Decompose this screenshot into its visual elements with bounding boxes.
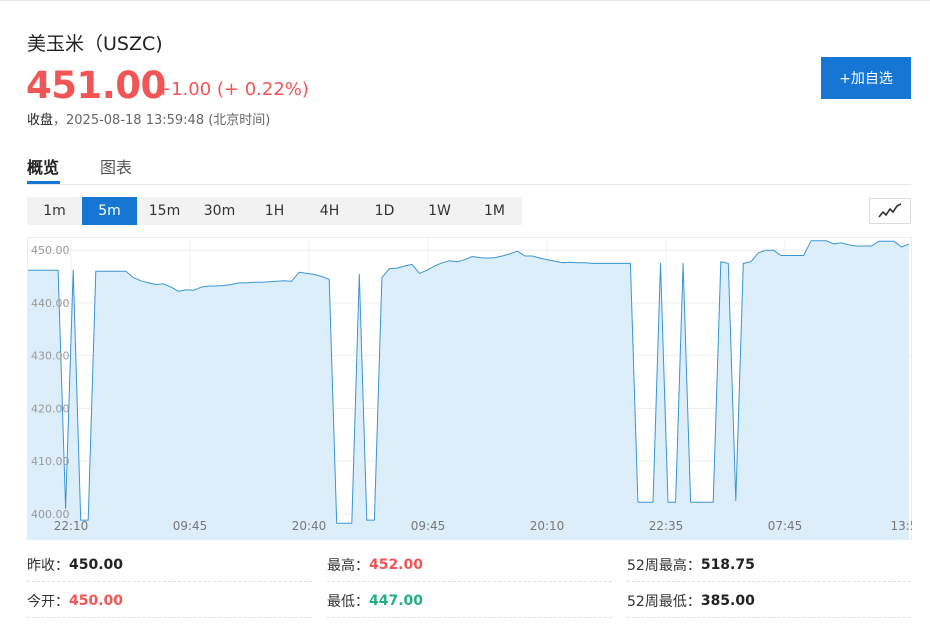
stat-label: 52周最高： — [627, 555, 701, 575]
price-chart[interactable]: 450.00440.00430.00420.00410.00400.0022:1… — [27, 237, 912, 540]
current-price: 451.00 — [26, 64, 166, 107]
x-tick-label: 22:10 — [54, 519, 89, 533]
chart-type-button[interactable] — [869, 198, 911, 224]
interval-1w[interactable]: 1W — [412, 197, 467, 225]
interval-4h[interactable]: 4H — [302, 197, 357, 225]
y-tick-label: 430.00 — [31, 350, 70, 363]
stat-low: 最低：447.00 — [327, 584, 612, 618]
stat-52w-high: 52周最高：518.75 — [627, 548, 911, 582]
x-tick-label: 22:35 — [649, 519, 684, 533]
y-tick-label: 410.00 — [31, 455, 70, 468]
active-tab-indicator — [27, 181, 60, 184]
stat-label: 今开： — [27, 591, 69, 611]
stat-prev-close: 昨收：450.00 — [27, 548, 312, 582]
stat-open: 今开：450.00 — [27, 584, 312, 618]
stat-label: 最高： — [327, 555, 369, 575]
price-chart-svg: 450.00440.00430.00420.00410.00400.0022:1… — [27, 237, 912, 540]
interval-1h[interactable]: 1H — [247, 197, 302, 225]
x-tick-label: 13:5 — [891, 519, 912, 533]
x-tick-label: 09:45 — [411, 519, 446, 533]
stat-label: 最低： — [327, 591, 369, 611]
status-time: ，2025-08-18 13:59:48 (北京时间) — [53, 113, 270, 128]
interval-1d[interactable]: 1D — [357, 197, 412, 225]
stat-value: 447.00 — [369, 593, 423, 609]
interval-1mo[interactable]: 1M — [467, 197, 522, 225]
x-tick-label: 20:10 — [530, 519, 565, 533]
status-label: 收盘 — [27, 113, 53, 128]
x-tick-label: 07:45 — [768, 519, 803, 533]
stat-label: 昨收： — [27, 555, 69, 575]
tab-overview[interactable]: 概览 — [27, 154, 59, 178]
tab-chart[interactable]: 图表 — [100, 154, 132, 178]
interval-30m[interactable]: 30m — [192, 197, 247, 225]
interval-15m[interactable]: 15m — [137, 197, 192, 225]
price-area — [28, 241, 909, 540]
stat-value: 450.00 — [69, 557, 123, 573]
y-tick-label: 440.00 — [31, 297, 70, 310]
market-status: 收盘，2025-08-18 13:59:48 (北京时间) — [27, 109, 270, 128]
y-tick-label: 420.00 — [31, 402, 70, 415]
stat-label: 52周最低： — [627, 591, 701, 611]
stat-high: 最高：452.00 — [327, 548, 612, 582]
add-watchlist-button[interactable]: +加自选 — [821, 57, 911, 99]
stat-value: 385.00 — [701, 593, 755, 609]
x-tick-label: 20:40 — [292, 519, 327, 533]
line-chart-icon — [878, 203, 902, 219]
stat-52w-low: 52周最低：385.00 — [627, 584, 911, 618]
y-tick-label: 450.00 — [31, 244, 70, 257]
tab-bar: 概览 图表 — [27, 150, 911, 185]
stat-value: 452.00 — [369, 557, 423, 573]
top-divider — [0, 0, 930, 1]
price-change: +1.00 (+ 0.22%) — [156, 79, 309, 100]
interval-5m[interactable]: 5m — [82, 197, 137, 225]
page-title: 美玉米（USZC) — [27, 29, 163, 56]
stat-value: 450.00 — [69, 593, 123, 609]
x-tick-label: 09:45 — [173, 519, 208, 533]
interval-selector: 1m 5m 15m 30m 1H 4H 1D 1W 1M — [27, 197, 522, 225]
stat-value: 518.75 — [701, 557, 755, 573]
interval-1m[interactable]: 1m — [27, 197, 82, 225]
